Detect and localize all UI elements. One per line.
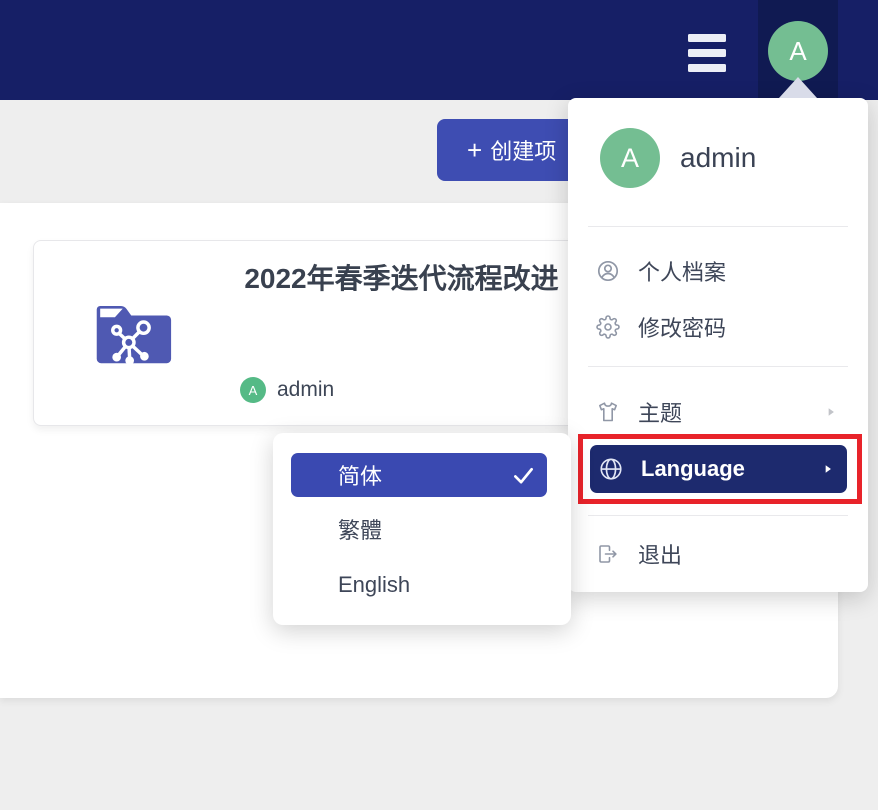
owner-name: admin	[277, 378, 334, 402]
menu-item-logout-label: 退出	[638, 538, 682, 570]
menu-item-language[interactable]: Language	[590, 445, 847, 493]
dropdown-caret	[779, 77, 817, 98]
project-folder-icon	[89, 293, 179, 376]
chevron-right-icon	[821, 462, 835, 476]
menu-item-profile-label: 个人档案	[638, 255, 726, 287]
menu-item-password[interactable]: 修改密码	[568, 304, 868, 350]
dropdown-user-avatar: A	[600, 128, 660, 188]
menu-item-language-label: Language	[641, 456, 745, 482]
language-option-english[interactable]: English	[273, 563, 571, 607]
owner-avatar-letter: A	[249, 383, 258, 398]
app-header: A	[0, 0, 878, 100]
divider	[588, 515, 848, 516]
tshirt-icon	[596, 400, 620, 424]
globe-icon	[598, 456, 624, 482]
language-option-traditional-label: 繁體	[338, 513, 382, 545]
checkmark-icon	[512, 464, 535, 487]
chevron-right-icon	[824, 405, 838, 419]
language-option-traditional[interactable]: 繁體	[273, 507, 571, 551]
logout-icon	[596, 542, 620, 566]
avatar-letter: A	[789, 36, 806, 67]
divider	[588, 226, 848, 227]
header-user-avatar[interactable]: A	[768, 21, 828, 81]
menu-item-theme[interactable]: 主题	[568, 389, 868, 435]
language-submenu: 简体 繁體 English	[273, 433, 571, 625]
owner-avatar: A	[240, 377, 266, 403]
app-root: A + 创建项 2022年春季迭代流程改进	[0, 0, 878, 810]
menu-item-profile[interactable]: 个人档案	[568, 248, 868, 294]
dropdown-avatar-letter: A	[621, 143, 639, 174]
user-dropdown-menu: A admin 个人档案 修改密码 主题	[568, 98, 868, 592]
language-option-simplified[interactable]: 简体	[291, 453, 547, 497]
menu-item-password-label: 修改密码	[638, 311, 726, 343]
create-project-label: 创建项	[490, 134, 556, 166]
dropdown-user-row: A admin	[568, 128, 868, 188]
divider	[588, 366, 848, 367]
dropdown-username: admin	[680, 142, 756, 174]
language-option-simplified-label: 简体	[338, 459, 382, 491]
plus-icon: +	[467, 137, 482, 163]
language-option-english-label: English	[338, 572, 410, 598]
menu-item-theme-label: 主题	[638, 396, 682, 428]
gear-icon	[596, 315, 620, 339]
menu-item-logout[interactable]: 退出	[568, 531, 868, 577]
project-owner: A admin	[240, 377, 334, 403]
user-icon	[596, 259, 620, 283]
hamburger-menu-icon[interactable]	[688, 34, 726, 79]
